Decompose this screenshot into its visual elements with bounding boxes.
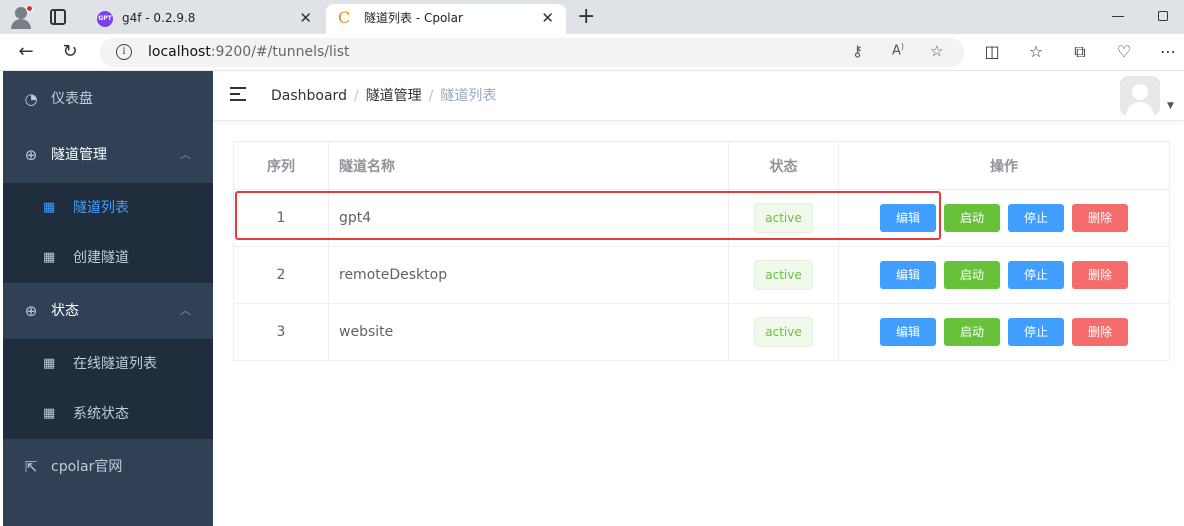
- browser-tab-g4f[interactable]: GPT g4f - 0.2.9.8 ✕: [84, 4, 324, 34]
- external-link-icon: ⇱: [24, 458, 38, 476]
- collections-icon[interactable]: ⧉: [1068, 40, 1092, 64]
- sidebar-item-create-tunnel[interactable]: ▦ 创建隧道: [3, 233, 213, 283]
- avatar[interactable]: [1120, 76, 1160, 116]
- restore-icon[interactable]: [1158, 11, 1168, 21]
- info-icon[interactable]: i: [116, 44, 132, 60]
- chevron-up-icon: ︿: [180, 304, 191, 317]
- new-tab-icon[interactable]: +: [577, 4, 595, 30]
- read-aloud-icon[interactable]: A): [892, 42, 904, 58]
- browser-tab-strip: GPT g4f - 0.2.9.8 ✕ C 隧道列表 - Cpolar ✕ +: [0, 0, 1184, 34]
- gpt-favicon-icon: GPT: [97, 11, 113, 27]
- breadcrumb-dashboard[interactable]: Dashboard: [271, 88, 347, 104]
- favorites-icon[interactable]: ☆: [1024, 40, 1048, 64]
- profile-icon[interactable]: [8, 5, 34, 29]
- close-icon[interactable]: ✕: [541, 4, 554, 32]
- status-badge: active: [754, 260, 813, 290]
- status-badge: active: [754, 317, 813, 347]
- back-icon[interactable]: ←: [14, 40, 38, 64]
- refresh-icon[interactable]: ↻: [58, 40, 82, 64]
- dashboard-icon: ◔: [24, 90, 38, 108]
- tunnel-name: gpt4: [328, 189, 729, 247]
- url-text: localhost:9200/#/tunnels/list: [148, 44, 350, 60]
- grid-icon: ▦: [43, 406, 56, 421]
- column-header-actions: 操作: [838, 141, 1170, 190]
- delete-button[interactable]: 删除: [1072, 204, 1128, 232]
- plus-circle-icon: ⊕: [24, 302, 38, 320]
- grid-icon: ▦: [43, 200, 56, 215]
- start-button[interactable]: 启动: [944, 318, 1000, 346]
- tab-actions-icon[interactable]: [50, 9, 66, 25]
- sidebar-item-label: 隧道列表: [73, 200, 129, 216]
- row-index: 2: [233, 246, 329, 304]
- split-screen-icon[interactable]: ◫: [980, 40, 1004, 64]
- sidebar-item-label: 隧道管理: [51, 147, 107, 163]
- tab-title: 隧道列表 - Cpolar: [364, 11, 463, 25]
- breadcrumb-tunnel-list: 隧道列表: [440, 88, 497, 104]
- sidebar-item-label: 系统状态: [73, 406, 129, 422]
- table-row: 2 remoteDesktop active 编辑 启动 停止 删除: [233, 246, 1170, 304]
- table-header-row: 序列 隧道名称 状态 操作: [233, 141, 1170, 190]
- sidebar-item-tunnel-management[interactable]: ⊕ 隧道管理 ︿: [3, 127, 213, 183]
- cpolar-favicon-icon: C: [338, 8, 351, 27]
- breadcrumb: Dashboard / 隧道管理 / 隧道列表: [271, 88, 497, 104]
- chevron-up-icon: ︿: [180, 148, 191, 161]
- column-header-name: 隧道名称: [328, 141, 729, 190]
- sidebar-item-status[interactable]: ⊕ 状态 ︿: [3, 283, 213, 339]
- favorite-star-icon[interactable]: ☆: [930, 42, 943, 60]
- column-header-index: 序列: [233, 141, 329, 190]
- edit-button[interactable]: 编辑: [880, 318, 936, 346]
- start-button[interactable]: 启动: [944, 204, 1000, 232]
- column-header-status: 状态: [728, 141, 839, 190]
- delete-button[interactable]: 删除: [1072, 318, 1128, 346]
- tab-title: g4f - 0.2.9.8: [122, 11, 196, 25]
- browser-tab-cpolar[interactable]: C 隧道列表 - Cpolar ✕: [326, 4, 566, 34]
- sidebar: ◔ 仪表盘 ⊕ 隧道管理 ︿ ▦ 隧道列表 ▦ 创建隧道 ⊕ 状态 ︿ ▦ 在线…: [3, 71, 213, 526]
- edit-button[interactable]: 编辑: [880, 261, 936, 289]
- sidebar-item-system-status[interactable]: ▦ 系统状态: [3, 389, 213, 439]
- browser-toolbar: ← ↻ i localhost:9200/#/tunnels/list ⚷ A)…: [0, 34, 1184, 71]
- tunnel-table: 序列 隧道名称 状态 操作 1 gpt4 active 编辑 启动 停止 删除 2 r…: [233, 141, 1170, 361]
- plus-circle-icon: ⊕: [24, 146, 38, 164]
- row-index: 1: [233, 189, 329, 247]
- caret-down-icon[interactable]: ▼: [1167, 101, 1174, 111]
- content-header: Dashboard / 隧道管理 / 隧道列表 ▼: [213, 71, 1184, 121]
- browser-essentials-icon[interactable]: ♡: [1112, 40, 1136, 64]
- tunnel-name: website: [328, 303, 729, 361]
- sidebar-item-label: cpolar官网: [51, 459, 123, 475]
- edit-button[interactable]: 编辑: [880, 204, 936, 232]
- sidebar-item-label: 状态: [51, 303, 79, 319]
- stop-button[interactable]: 停止: [1008, 261, 1064, 289]
- close-icon[interactable]: ✕: [299, 4, 312, 32]
- sidebar-item-tunnel-list[interactable]: ▦ 隧道列表: [3, 183, 213, 233]
- start-button[interactable]: 启动: [944, 261, 1000, 289]
- tunnel-name: remoteDesktop: [328, 246, 729, 304]
- more-menu-icon[interactable]: ⋯: [1156, 40, 1180, 64]
- sidebar-item-label: 在线隧道列表: [73, 356, 157, 372]
- hamburger-icon[interactable]: [230, 87, 246, 101]
- key-icon[interactable]: ⚷: [852, 42, 863, 60]
- table-row: 3 website active 编辑 启动 停止 删除: [233, 303, 1170, 361]
- sidebar-item-official-site[interactable]: ⇱ cpolar官网: [3, 439, 213, 495]
- status-badge: active: [754, 203, 813, 233]
- table-row: 1 gpt4 active 编辑 启动 停止 删除: [233, 189, 1170, 247]
- address-bar[interactable]: i localhost:9200/#/tunnels/list ⚷ A) ☆: [100, 38, 964, 67]
- stop-button[interactable]: 停止: [1008, 204, 1064, 232]
- sidebar-item-online-tunnels[interactable]: ▦ 在线隧道列表: [3, 339, 213, 389]
- minimize-icon[interactable]: [1112, 16, 1124, 17]
- row-index: 3: [233, 303, 329, 361]
- delete-button[interactable]: 删除: [1072, 261, 1128, 289]
- sidebar-item-label: 仪表盘: [51, 91, 93, 107]
- breadcrumb-tunnel-management[interactable]: 隧道管理: [366, 88, 422, 104]
- sidebar-item-label: 创建隧道: [73, 250, 129, 266]
- stop-button[interactable]: 停止: [1008, 318, 1064, 346]
- sidebar-item-dashboard[interactable]: ◔ 仪表盘: [3, 71, 213, 127]
- grid-icon: ▦: [43, 356, 56, 371]
- grid-icon: ▦: [43, 250, 56, 265]
